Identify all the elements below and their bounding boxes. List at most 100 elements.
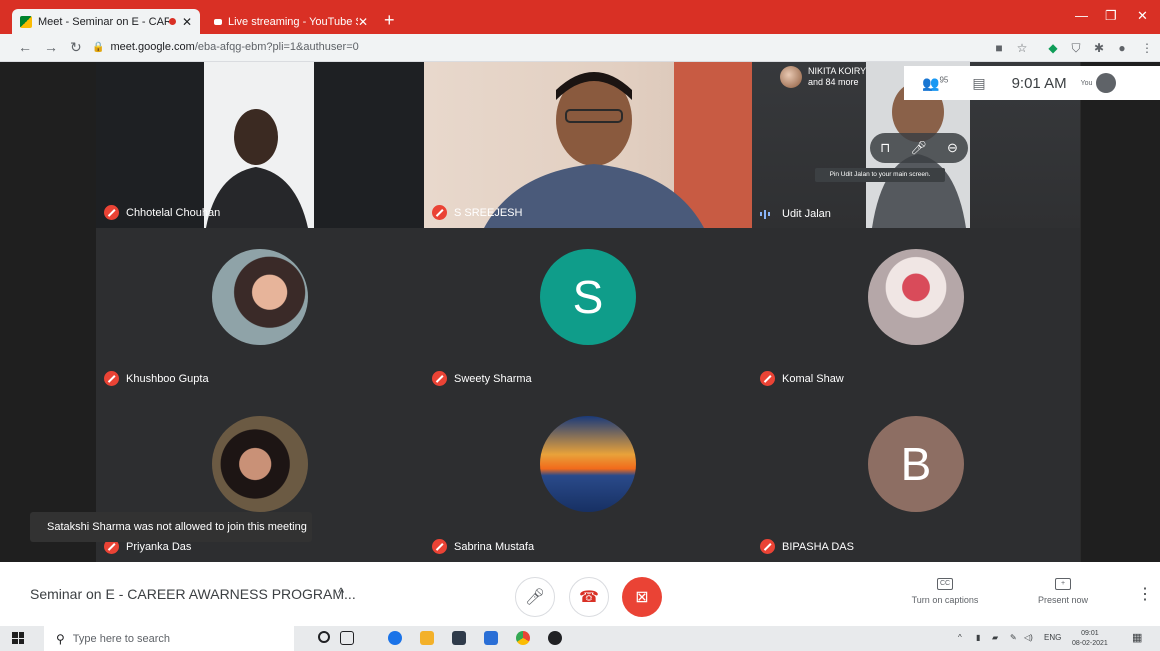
- remove-participant-icon[interactable]: ⊖: [947, 140, 958, 156]
- bookmark-star-icon[interactable]: ☆: [1015, 41, 1029, 55]
- profile-avatar-icon[interactable]: ●: [1115, 41, 1129, 55]
- edge-icon[interactable]: [388, 631, 402, 645]
- participant-name: Udit Jalan: [782, 208, 831, 220]
- forward-icon[interactable]: →: [44, 39, 58, 55]
- new-tab-icon[interactable]: +: [384, 10, 395, 30]
- camera-indicator-icon[interactable]: ■: [992, 41, 1006, 55]
- leave-call-button[interactable]: ☎: [569, 577, 609, 617]
- presenter-chip[interactable]: NIKITA KOIRY and 84 more: [780, 66, 866, 88]
- participant-tile[interactable]: Sabrina Mustafa: [424, 394, 752, 562]
- volume-icon[interactable]: ◁): [1024, 633, 1033, 642]
- pin-icon[interactable]: ⊓: [880, 140, 890, 156]
- pin-tooltip: Pin Udit Jalan to your main screen.: [815, 168, 945, 182]
- tab-youtube-studio[interactable]: Live streaming - YouTube Studio ✕: [206, 9, 376, 34]
- participant-name: Sweety Sharma: [454, 372, 532, 385]
- presenter-more: and 84 more: [808, 77, 859, 87]
- you-label: You: [1080, 79, 1093, 87]
- microphone-toggle-button[interactable]: 🎤︎: [515, 577, 555, 617]
- task-view-icon[interactable]: [340, 631, 354, 645]
- tab-title: Meet - Seminar on E - CAREE: [38, 15, 169, 28]
- close-window-icon[interactable]: ✕: [1137, 8, 1148, 24]
- cortana-icon[interactable]: [318, 631, 330, 643]
- participant-name-label: Sabrina Mustafa: [432, 539, 534, 554]
- minimize-icon[interactable]: —: [1075, 8, 1088, 23]
- maximize-icon[interactable]: ❐: [1105, 8, 1117, 24]
- obs-icon[interactable]: [548, 631, 562, 645]
- youtube-favicon-icon: [214, 18, 222, 25]
- windows-taskbar: ⚲ Type here to search ^ ▮ ▰ ✎ ◁) ENG 09:…: [0, 626, 1160, 651]
- language-indicator[interactable]: ENG: [1044, 633, 1061, 642]
- url-path: /eba-afqg-ebm?pli=1&authuser=0: [194, 41, 359, 53]
- participant-name-label: S SREEJESH: [432, 205, 522, 220]
- address-bar: ← → ↻ 🔒 meet.google.com/eba-afqg-ebm?pli=…: [0, 34, 1160, 62]
- presenter-name: NIKITA KOIRY: [808, 66, 867, 76]
- tab-title: Live streaming - YouTube Studio: [228, 15, 358, 28]
- network-icon[interactable]: ▰: [992, 633, 998, 642]
- participant-name-label: Khushboo Gupta: [104, 371, 209, 386]
- participant-tile[interactable]: Khushboo Gupta: [96, 228, 424, 394]
- meeting-stage: Chhotelal Chouhan S SREEJESH Udit Jalan …: [0, 62, 1160, 562]
- close-tab-icon[interactable]: ✕: [358, 15, 368, 29]
- reload-icon[interactable]: ↻: [70, 39, 82, 56]
- camera-off-icon: ⊠: [635, 589, 649, 606]
- people-icon[interactable]: 👥95: [922, 75, 948, 92]
- lock-icon: 🔒: [92, 42, 105, 53]
- notifications-icon[interactable]: ▦: [1132, 631, 1142, 644]
- speaking-indicator-icon: [760, 209, 775, 220]
- store-icon[interactable]: [452, 631, 466, 645]
- close-tab-icon[interactable]: ✕: [182, 15, 192, 29]
- tray-chevron-icon[interactable]: ^: [958, 633, 962, 642]
- menu-kebab-icon[interactable]: ⋮: [1140, 41, 1154, 55]
- meeting-top-bar: NIKITA KOIRY and 84 more 👥95 ▤ 9:01 AM Y…: [780, 66, 1160, 100]
- taskbar-search-placeholder: Type here to search: [72, 632, 171, 645]
- participant-count: 95: [939, 74, 949, 84]
- participant-name-label: BIPASHA DAS: [760, 539, 854, 554]
- participant-avatar: [212, 249, 308, 345]
- presenter-avatar: [780, 66, 802, 88]
- extension-icon[interactable]: ◆: [1046, 41, 1060, 55]
- present-icon: +: [1055, 578, 1071, 590]
- extensions-puzzle-icon[interactable]: ✱: [1092, 41, 1106, 55]
- present-now-button[interactable]: + Present now: [1028, 578, 1098, 605]
- more-options-icon[interactable]: ⋮: [1137, 584, 1153, 604]
- meeting-control-bar: Seminar on E - CAREER AWARNESS PROGRAM..…: [0, 562, 1160, 626]
- tray-usb-icon[interactable]: ▮: [976, 633, 980, 642]
- camera-toggle-button[interactable]: ⊠: [622, 577, 662, 617]
- self-view-avatar[interactable]: [1096, 73, 1117, 93]
- participant-name: Khushboo Gupta: [126, 372, 209, 385]
- captions-icon: CC: [937, 578, 953, 590]
- meeting-stats-bar: 👥95 ▤ 9:01 AM You: [904, 66, 1160, 100]
- mic-off-icon: [432, 371, 447, 386]
- browser-tab-bar: Meet - Seminar on E - CAREE ✕ Live strea…: [0, 0, 1160, 34]
- taskbar-search[interactable]: ⚲ Type here to search: [44, 626, 294, 651]
- shield-icon[interactable]: ⛉: [1069, 41, 1083, 55]
- mic-off-icon: [760, 371, 775, 386]
- chevron-up-icon[interactable]: ^: [338, 585, 344, 600]
- chrome-icon[interactable]: [516, 631, 530, 645]
- participant-avatar: [540, 416, 636, 512]
- captions-button[interactable]: CC Turn on captions: [903, 578, 987, 605]
- participant-avatar: B: [868, 416, 964, 512]
- participant-tile[interactable]: Komal Shaw: [752, 228, 1080, 394]
- chat-icon[interactable]: ▤: [972, 75, 985, 92]
- search-icon: ⚲: [56, 631, 65, 646]
- system-clock[interactable]: 09:01 08-02-2021: [1072, 629, 1108, 649]
- tab-meet[interactable]: Meet - Seminar on E - CAREE ✕: [12, 9, 200, 34]
- participant-name-label: Komal Shaw: [760, 371, 844, 386]
- url-field[interactable]: 🔒 meet.google.com/eba-afqg-ebm?pli=1&auth…: [92, 41, 359, 53]
- captions-label: Turn on captions: [911, 595, 979, 605]
- participant-video: [96, 62, 424, 228]
- meeting-title[interactable]: Seminar on E - CAREER AWARNESS PROGRAM..…: [30, 586, 356, 602]
- participant-tile[interactable]: S Sweety Sharma: [424, 228, 752, 394]
- participant-name-label: Sweety Sharma: [432, 371, 532, 386]
- participant-tile[interactable]: B BIPASHA DAS: [752, 394, 1080, 562]
- windows-start-icon[interactable]: [12, 632, 24, 644]
- file-explorer-icon[interactable]: [420, 631, 434, 645]
- participant-tile[interactable]: Chhotelal Chouhan: [96, 62, 424, 228]
- pen-icon[interactable]: ✎: [1010, 633, 1017, 642]
- mail-icon[interactable]: [484, 631, 498, 645]
- microphone-icon[interactable]: 🎤︎: [910, 140, 927, 156]
- back-icon[interactable]: ←: [18, 39, 32, 55]
- participant-tile[interactable]: S SREEJESH: [424, 62, 752, 228]
- participant-name: Sabrina Mustafa: [454, 540, 535, 553]
